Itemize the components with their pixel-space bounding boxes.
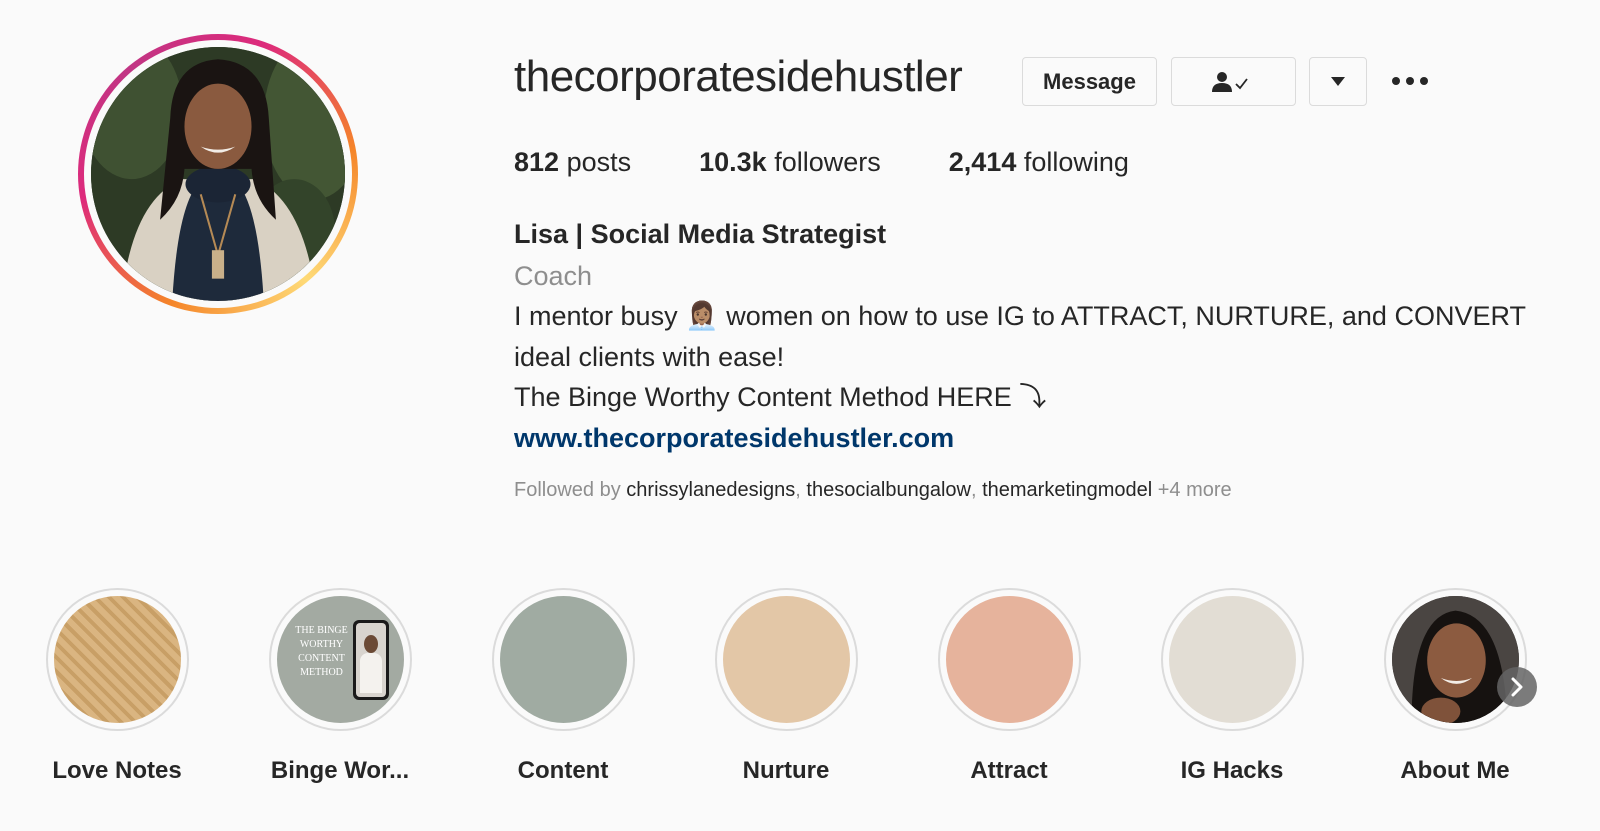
profile-stats: 812 posts 10.3k followers 2,414 followin… <box>514 147 1197 178</box>
caret-down-icon <box>1331 76 1345 86</box>
highlight-cover <box>499 596 627 723</box>
highlights-next-button[interactable] <box>1497 667 1537 707</box>
dropdown-button[interactable] <box>1309 57 1367 106</box>
bio-line: I mentor busy 👩🏽‍💼 women on how to use I… <box>514 301 1526 331</box>
highlight-cover <box>722 596 850 723</box>
bio-line: The Binge Worthy Content Method HERE ⤵ <box>514 382 1047 412</box>
posts-count: 812 <box>514 147 560 177</box>
highlight-label: Love Notes <box>52 757 182 784</box>
highlight-label: Binge Wor... <box>270 757 410 784</box>
highlight-binge-worthy[interactable]: THE BINGE WORTHY CONTENT METHOD Binge Wo… <box>260 588 420 785</box>
profile-page: thecorporatesidehustler Message 812 post… <box>0 0 1600 831</box>
highlight-cover <box>53 596 181 723</box>
highlight-cover: THE BINGE WORTHY CONTENT METHOD <box>276 596 404 723</box>
following-button[interactable] <box>1171 57 1296 106</box>
followed-by-account[interactable]: thesocialbungalow <box>806 479 971 501</box>
profile-category: Coach <box>514 261 593 291</box>
followed-by-more[interactable]: +4 more <box>1158 479 1232 501</box>
following-stat[interactable]: 2,414 following <box>949 147 1129 178</box>
cover-text: CONTENT <box>298 653 345 664</box>
cover-text: THE BINGE <box>295 625 348 636</box>
highlight-label: Nurture <box>742 757 830 784</box>
followed-by[interactable]: Followed by chrissylanedesigns, thesocia… <box>514 479 1232 502</box>
following-label: following <box>1023 147 1129 177</box>
message-button[interactable]: Message <box>1022 57 1157 106</box>
profile-avatar[interactable] <box>78 34 358 314</box>
posts-stat: 812 posts <box>514 147 631 178</box>
profile-bio: Lisa | Social Media Strategist Coach I m… <box>514 216 1554 458</box>
phone-icon <box>352 620 389 700</box>
highlight-content[interactable]: Content <box>483 588 643 785</box>
ellipsis-icon <box>1392 77 1428 85</box>
avatar-portrait <box>91 47 345 301</box>
highlight-nurture[interactable]: Nurture <box>706 588 866 785</box>
avatar-photo <box>91 47 345 301</box>
highlight-label: Attract <box>970 757 1048 784</box>
bio-line: ideal clients with ease! <box>514 341 785 372</box>
highlight-cover <box>1391 596 1519 723</box>
followed-by-prefix: Followed by <box>514 479 621 501</box>
followed-by-account[interactable]: themarketingmodel <box>982 479 1152 501</box>
posts-label: posts <box>566 147 632 177</box>
about-me-portrait <box>1391 596 1519 723</box>
followers-label: followers <box>774 147 881 177</box>
followers-count: 10.3k <box>699 147 767 177</box>
cover-text: WORTHY <box>299 639 344 650</box>
cover-text: METHOD <box>300 667 343 678</box>
followers-stat[interactable]: 10.3k followers <box>699 147 881 178</box>
highlight-label: IG Hacks <box>1180 757 1284 784</box>
highlight-label: Content <box>517 757 609 784</box>
more-options-button[interactable] <box>1390 62 1430 100</box>
chevron-right-icon <box>1511 677 1523 697</box>
person-check-icon <box>1211 71 1248 92</box>
highlight-label: About Me <box>1400 757 1510 784</box>
profile-username: thecorporatesidehustler <box>514 52 963 101</box>
highlight-ig-hacks[interactable]: IG Hacks <box>1152 588 1312 785</box>
profile-website-link[interactable]: www.thecorporatesidehustler.com <box>514 418 1554 458</box>
highlight-cover <box>945 596 1073 723</box>
followed-by-account[interactable]: chrissylanedesigns <box>626 479 795 501</box>
highlight-cover <box>1168 596 1296 723</box>
highlight-love-notes[interactable]: Love Notes <box>37 588 197 785</box>
following-count: 2,414 <box>948 147 1017 177</box>
profile-display-name: Lisa | Social Media Strategist <box>514 219 887 249</box>
highlight-attract[interactable]: Attract <box>929 588 1089 785</box>
